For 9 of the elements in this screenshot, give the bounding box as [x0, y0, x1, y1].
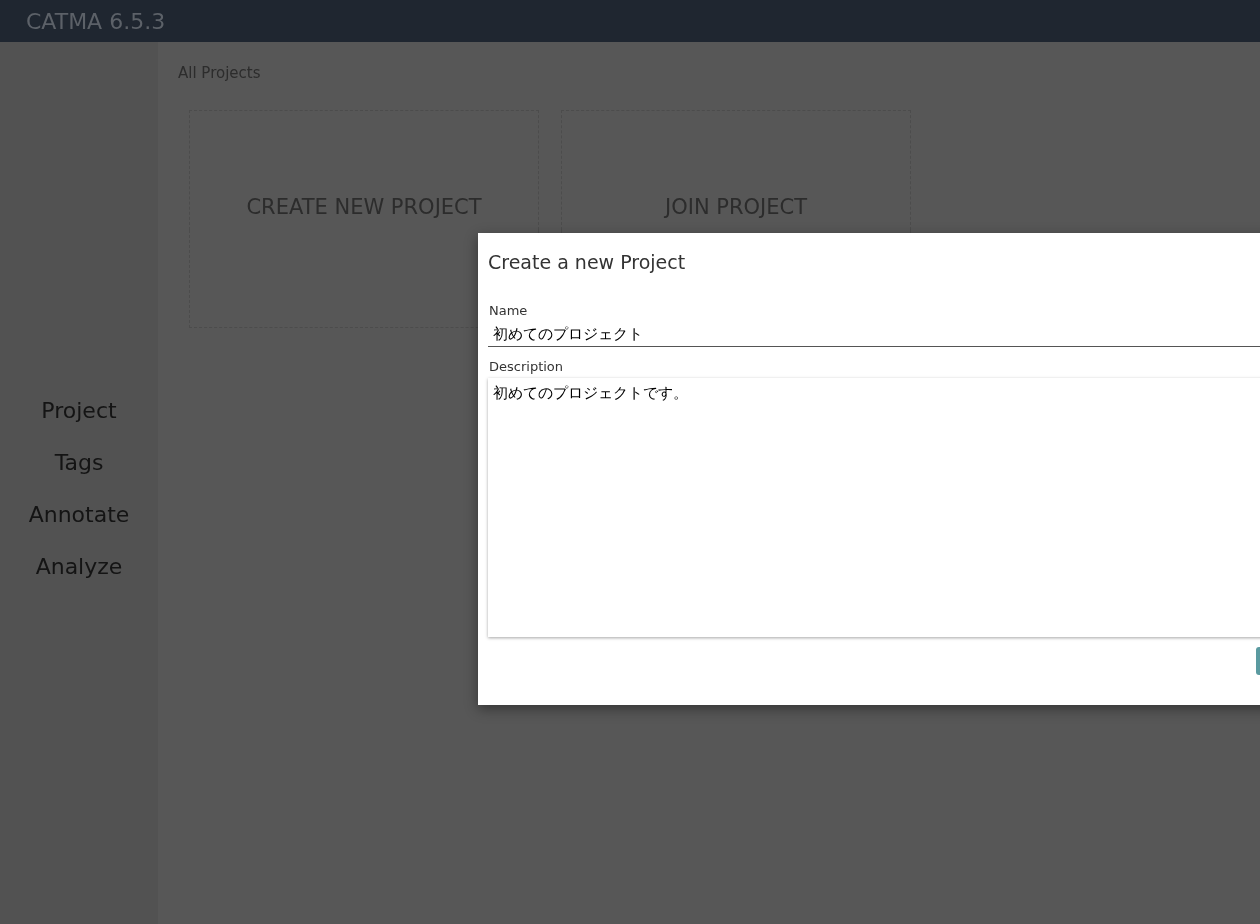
field-label: Name — [488, 303, 529, 318]
description-text-area[interactable]: 初めてのプロジェクトです。 — [488, 378, 1260, 637]
dialog-title: Create a new Project — [488, 251, 687, 273]
nav-item[interactable]: Project — [41, 395, 117, 447]
nav-item[interactable]: Annotate — [28, 499, 130, 551]
app-title: CATMA 6.5.3 — [26, 8, 166, 34]
nav-item[interactable]: Analyze — [35, 551, 123, 603]
nav-item[interactable]: Tags — [54, 447, 104, 499]
field-label: Description — [488, 359, 565, 374]
